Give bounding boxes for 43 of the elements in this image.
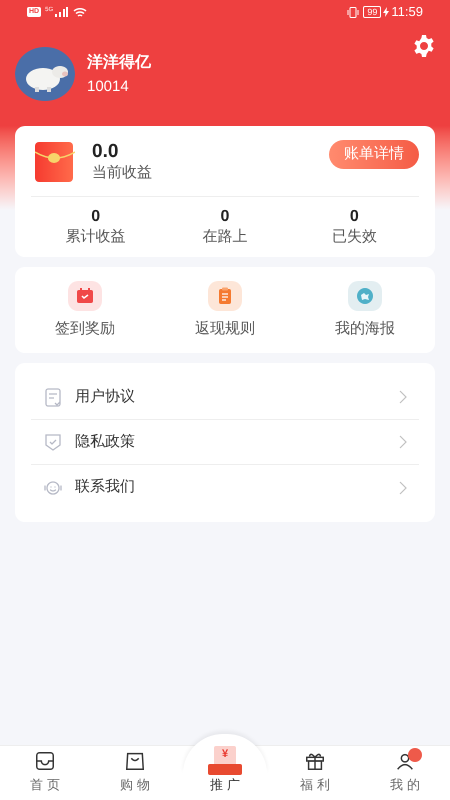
menu-item-label: 隐私政策 bbox=[75, 432, 135, 452]
nav-tab[interactable]: 我 的 bbox=[360, 746, 450, 800]
menu-item[interactable]: 用户协议 bbox=[31, 375, 419, 420]
user-name: 洋洋得亿 bbox=[87, 52, 151, 72]
user-id: 10014 bbox=[87, 76, 130, 96]
nav-tab[interactable]: 首 页 bbox=[0, 746, 90, 800]
envelope-icon bbox=[35, 142, 75, 182]
shortcut-label[interactable]: 签到奖励 bbox=[55, 319, 115, 339]
current-earnings-amount: 0.0 bbox=[92, 141, 120, 163]
stat-value: 0 bbox=[350, 207, 359, 227]
shortcut-label[interactable]: 返现规则 bbox=[195, 319, 255, 339]
poster-icon bbox=[348, 281, 382, 311]
avatar bbox=[15, 47, 75, 101]
menu-item-label: 用户协议 bbox=[75, 386, 135, 407]
nav-tab[interactable]: 购 物 bbox=[90, 746, 180, 800]
bag-icon bbox=[124, 750, 146, 772]
charging-icon bbox=[383, 7, 390, 17]
menu-item-label: 联系我们 bbox=[75, 477, 135, 498]
clock-time: 11:59 bbox=[391, 3, 423, 22]
stat-label: 在路上 bbox=[202, 227, 248, 247]
calendar-icon bbox=[68, 281, 102, 311]
menu-item[interactable]: 联系我们 bbox=[31, 465, 419, 510]
chevron-right-icon bbox=[399, 435, 407, 449]
current-earnings-label: 当前收益 bbox=[92, 163, 152, 183]
document-icon bbox=[43, 387, 63, 407]
signal-icon bbox=[54, 7, 68, 17]
home-icon bbox=[34, 750, 56, 772]
stat-label: 累计收益 bbox=[66, 227, 126, 247]
menu-item[interactable]: 隐私政策 bbox=[31, 420, 419, 465]
vibrate-icon bbox=[347, 6, 360, 18]
stat-value: 0 bbox=[220, 207, 230, 227]
shortcut-label[interactable]: 我的海报 bbox=[335, 319, 395, 339]
chevron-right-icon bbox=[399, 390, 407, 404]
wifi-icon bbox=[73, 6, 88, 18]
nav-tab[interactable]: 福 利 bbox=[270, 746, 360, 800]
nav-tab[interactable]: ¥ 推 广 bbox=[180, 746, 270, 800]
clipboard-icon bbox=[208, 281, 242, 311]
shield-icon bbox=[43, 432, 63, 452]
stat-value: 0 bbox=[91, 207, 100, 227]
chevron-right-icon bbox=[399, 480, 407, 494]
stat-label: 已失效 bbox=[332, 227, 377, 247]
battery-level: 99 bbox=[363, 6, 382, 18]
settings-icon[interactable] bbox=[412, 34, 436, 58]
